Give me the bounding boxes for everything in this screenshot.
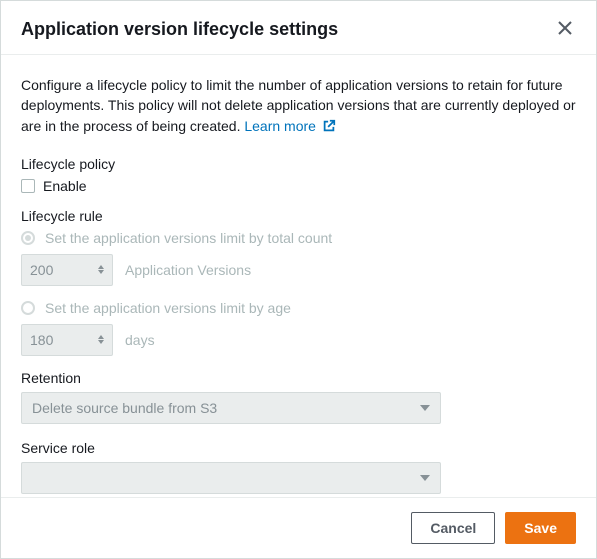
rule-by-count-row: Set the application versions limit by to… <box>21 230 576 246</box>
dialog-footer: Cancel Save <box>1 497 596 558</box>
dialog-title: Application version lifecycle settings <box>21 19 338 40</box>
retention-selected: Delete source bundle from S3 <box>32 400 217 416</box>
chevron-down-icon <box>420 475 430 481</box>
save-button[interactable]: Save <box>505 512 576 544</box>
learn-more-label: Learn more <box>244 118 316 134</box>
service-role-select[interactable] <box>21 462 441 494</box>
count-input-row: 200 Application Versions <box>21 254 576 286</box>
count-value: 200 <box>30 262 53 278</box>
stepper-icon <box>98 265 104 274</box>
rule-by-count-label: Set the application versions limit by to… <box>45 230 332 246</box>
lifecycle-rule-label: Lifecycle rule <box>21 208 576 224</box>
learn-more-link[interactable]: Learn more <box>244 118 335 134</box>
enable-label: Enable <box>43 178 87 194</box>
age-input[interactable]: 180 <box>21 324 113 356</box>
age-unit: days <box>125 332 155 348</box>
age-input-row: 180 days <box>21 324 576 356</box>
stepper-icon <box>98 335 104 344</box>
cancel-button[interactable]: Cancel <box>411 512 495 544</box>
rule-by-age-row: Set the application versions limit by ag… <box>21 300 576 316</box>
external-link-icon <box>322 118 336 138</box>
retention-label: Retention <box>21 370 576 386</box>
rule-by-age-radio[interactable] <box>21 301 35 315</box>
count-unit: Application Versions <box>125 262 251 278</box>
enable-checkbox[interactable] <box>21 179 35 193</box>
lifecycle-policy-label: Lifecycle policy <box>21 156 576 172</box>
enable-row: Enable <box>21 178 576 194</box>
service-role-label: Service role <box>21 440 576 456</box>
rule-by-age-label: Set the application versions limit by ag… <box>45 300 291 316</box>
retention-select[interactable]: Delete source bundle from S3 <box>21 392 441 424</box>
count-input[interactable]: 200 <box>21 254 113 286</box>
description-text: Configure a lifecycle policy to limit th… <box>21 75 576 138</box>
dialog-header: Application version lifecycle settings <box>1 1 596 55</box>
close-icon <box>558 23 572 38</box>
age-value: 180 <box>30 332 53 348</box>
close-button[interactable] <box>554 17 576 42</box>
chevron-down-icon <box>420 405 430 411</box>
dialog-body: Configure a lifecycle policy to limit th… <box>1 55 596 504</box>
rule-by-count-radio[interactable] <box>21 231 35 245</box>
